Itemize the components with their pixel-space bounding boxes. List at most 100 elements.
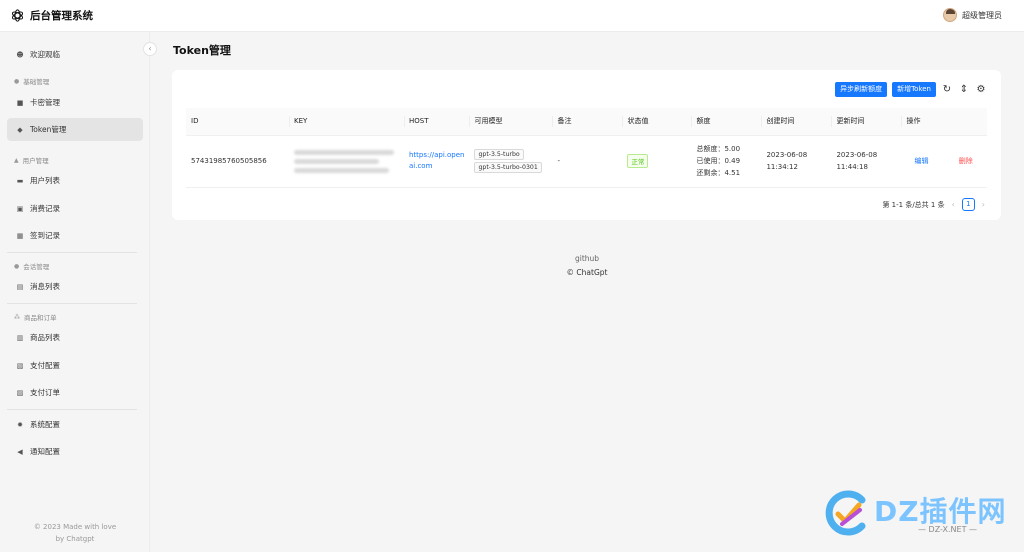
cell-updated: 2023-06-08 11:44:18 — [831, 135, 902, 188]
sidebar-item-notify-config[interactable]: ◀ 通知配置 — [7, 440, 143, 463]
home-icon: ▲ — [14, 156, 19, 164]
model-tag: gpt-3.5-turbo — [474, 149, 524, 160]
reload-icon[interactable]: ↻ — [941, 84, 953, 96]
sidebar-group-label: 会话管理 — [23, 263, 50, 271]
cell-status: 正常 — [622, 135, 692, 188]
chat-icon: ● — [14, 262, 20, 270]
column-header-actions: 操作 — [901, 108, 987, 136]
bank-icon: ▧ — [16, 361, 24, 370]
column-header-updated: 更新时间 — [831, 108, 902, 136]
sidebar-footer-line1: © 2023 Made with love — [33, 523, 117, 531]
cluster-icon: ⁂ — [14, 313, 20, 321]
user-icon: ● — [14, 77, 20, 85]
sidebar-group-goods: ⁂ 商品和订单 — [14, 312, 57, 323]
copyright: © ChatGpt — [150, 266, 1024, 280]
openai-logo-icon — [11, 9, 24, 22]
sidebar-item-system-config[interactable]: ✹ 系统配置 — [7, 413, 143, 436]
host-link[interactable]: https://api.open — [409, 150, 464, 161]
masked-key — [294, 149, 394, 173]
sidebar-item-label: 卡密管理 — [30, 98, 60, 107]
next-page-icon[interactable]: › — [982, 200, 985, 209]
column-header-remark: 备注 — [552, 108, 623, 136]
created-time: 11:34:12 — [766, 163, 798, 171]
lock-icon: ■ — [16, 98, 24, 107]
sidebar-collapse-button[interactable]: ‹ — [143, 42, 157, 56]
calendar-icon: ▦ — [16, 231, 24, 240]
sidebar-item-pay-config[interactable]: ▧ 支付配置 — [7, 354, 143, 377]
page-number-button[interactable]: 1 — [961, 198, 975, 211]
shield-icon: ◆ — [17, 125, 23, 134]
sidebar-item-goods-list[interactable]: ▥ 商品列表 — [7, 326, 143, 349]
table-row: 57431985760505856 https://api.open ai.co… — [186, 135, 987, 188]
sidebar-item-consumption[interactable]: ▣ 消费记录 — [7, 197, 143, 220]
sidebar-item-checkin[interactable]: ▦ 签到记录 — [7, 224, 143, 247]
cell-actions: 编辑 删除 — [901, 135, 987, 188]
sidebar-item-label: 支付配置 — [30, 361, 60, 370]
quota-left: 还剩余：4.51 — [696, 169, 741, 177]
token-table: ID KEY HOST 可用模型 备注 状态值 额度 创建时间 更新时间 操作 … — [186, 108, 987, 188]
sidebar-footer-line2: by Chatgpt — [55, 535, 95, 543]
gear-icon: ✹ — [17, 420, 23, 429]
async-refresh-quota-button[interactable]: 异步刷新额度 — [835, 82, 888, 97]
new-token-button[interactable]: 新增Token — [892, 82, 936, 97]
app-title: 后台管理系统 — [30, 10, 93, 22]
column-header-key: KEY — [289, 108, 404, 136]
table-icon: ▥ — [16, 333, 24, 342]
sidebar-item-label: 消息列表 — [30, 282, 60, 291]
sidebar-item-label: Token管理 — [30, 125, 67, 134]
sidebar-item-pay-orders[interactable]: ▨ 支付订单 — [7, 381, 143, 404]
quota-total: 总额度：5.00 — [696, 145, 741, 153]
prev-page-icon[interactable]: ‹ — [952, 200, 955, 209]
watermark: DZ插件网 — DZ-X.NET — — [822, 486, 1012, 546]
smile-icon: ☻ — [16, 50, 24, 59]
sidebar-item-token[interactable]: ◆ Token管理 — [7, 118, 143, 141]
sidebar-footer: © 2023 Made with love by Chatgpt — [0, 521, 150, 545]
column-header-id: ID — [186, 108, 289, 136]
sidebar-item-card-keys[interactable]: ■ 卡密管理 — [7, 91, 143, 114]
updated-time: 11:44:18 — [836, 163, 868, 171]
sidebar-item-welcome[interactable]: ☻ 欢迎观临 — [7, 43, 143, 66]
user-menu[interactable]: 超级管理员 — [943, 8, 1002, 22]
github-link[interactable]: github — [150, 252, 1024, 266]
sidebar-item-label: 系统配置 — [30, 420, 60, 429]
column-height-icon[interactable]: ⇕ — [958, 84, 970, 96]
pagination-summary: 第 1-1 条/总共 1 条 — [882, 200, 945, 209]
sidebar-group-label: 用户管理 — [22, 157, 49, 165]
column-header-quota: 额度 — [691, 108, 762, 136]
sidebar: ☻ 欢迎观临 ● 基础管理 ■ 卡密管理 ◆ Token管理 ▲ 用户管理 ▬ … — [0, 32, 150, 552]
sidebar-item-label: 通知配置 — [30, 447, 60, 456]
column-header-status: 状态值 — [622, 108, 692, 136]
edit-link[interactable]: 编辑 — [914, 157, 928, 165]
cell-quota: 总额度：5.00 已使用：0.49 还剩余：4.51 — [691, 135, 762, 188]
cell-id: 57431985760505856 — [186, 135, 289, 188]
sidebar-item-label: 欢迎观临 — [30, 50, 60, 59]
sidebar-divider — [7, 252, 137, 253]
sidebar-item-label: 商品列表 — [30, 333, 60, 342]
sidebar-group-chat: ● 会话管理 — [14, 261, 50, 272]
watermark-text: DZ插件网 — [874, 495, 1007, 528]
cell-created: 2023-06-08 11:34:12 — [761, 135, 832, 188]
setting-icon[interactable]: ⚙ — [975, 84, 987, 96]
cell-remark: - — [552, 135, 623, 188]
column-header-created: 创建时间 — [761, 108, 832, 136]
sidebar-item-label: 签到记录 — [30, 231, 60, 240]
sidebar-item-messages[interactable]: ▤ 消息列表 — [7, 275, 143, 298]
cell-host[interactable]: https://api.open ai.com — [404, 135, 470, 188]
sidebar-group-basic: ● 基础管理 — [14, 76, 49, 87]
sidebar-item-label: 用户列表 — [30, 176, 60, 185]
file-icon: ▤ — [16, 282, 24, 291]
sidebar-divider — [7, 409, 137, 410]
host-link-continued[interactable]: ai.com — [409, 161, 464, 172]
wallet-icon: ▣ — [16, 204, 24, 213]
cell-key — [289, 135, 404, 188]
created-date: 2023-06-08 — [766, 151, 808, 159]
sidebar-group-users: ▲ 用户管理 — [14, 155, 49, 166]
copyright-text: ChatGpt — [576, 268, 608, 277]
brand[interactable]: 后台管理系统 — [10, 8, 93, 23]
sidebar-item-label: 支付订单 — [30, 388, 60, 397]
sidebar-item-user-list[interactable]: ▬ 用户列表 — [7, 169, 143, 192]
page-footer: github © ChatGpt — [150, 252, 1024, 280]
delete-link[interactable]: 删除 — [959, 157, 973, 165]
column-header-host: HOST — [404, 108, 470, 136]
watermark-subtext: — DZ-X.NET — — [918, 525, 978, 534]
